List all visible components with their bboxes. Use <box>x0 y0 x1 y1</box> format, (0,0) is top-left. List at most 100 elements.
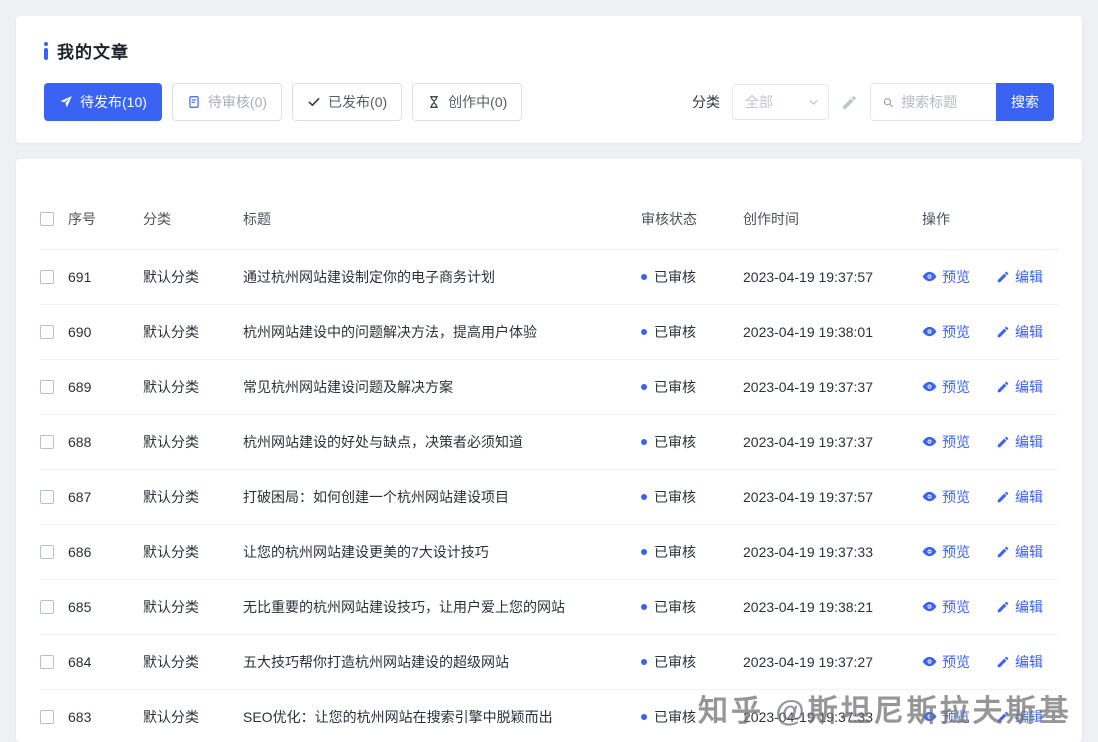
edit-label: 编辑 <box>1015 433 1043 450</box>
row-title: 打破困局：如何创建一个杭州网站建设项目 <box>243 469 641 525</box>
search-icon <box>883 97 893 107</box>
edit-link[interactable]: 编辑 <box>996 322 1043 342</box>
table-row: 684 默认分类 五大技巧帮你打造杭州网站建设的超级网站 已审核 2023-04… <box>40 634 1058 690</box>
row-status: 已审核 <box>641 322 696 342</box>
row-id: 683 <box>68 689 143 742</box>
edit-link[interactable]: 编辑 <box>996 542 1043 562</box>
pencil-icon <box>997 711 1009 722</box>
row-checkbox[interactable] <box>40 654 54 669</box>
row-time: 2023-04-19 19:37:37 <box>743 414 922 470</box>
row-id: 687 <box>68 469 143 525</box>
status-dot-icon <box>641 548 647 555</box>
edit-link[interactable]: 编辑 <box>996 487 1043 507</box>
row-category: 默认分类 <box>143 249 243 305</box>
row-status-label: 已审核 <box>654 598 696 615</box>
pencil-icon <box>997 436 1009 447</box>
row-status: 已审核 <box>641 432 696 452</box>
tab-pending-review[interactable]: 待审核(0) <box>171 83 283 121</box>
row-checkbox[interactable] <box>40 544 54 559</box>
row-actions: 预览 编辑 <box>922 322 1052 342</box>
row-status-label: 已审核 <box>654 433 696 450</box>
edit-link[interactable]: 编辑 <box>996 267 1043 287</box>
hourglass-icon <box>430 96 439 108</box>
status-dot-icon <box>641 603 647 610</box>
preview-link[interactable]: 预览 <box>922 707 970 727</box>
header-category: 分类 <box>143 189 243 250</box>
row-status-label: 已审核 <box>654 268 696 285</box>
row-time: 2023-04-19 19:37:33 <box>743 689 922 742</box>
row-actions: 预览 编辑 <box>922 542 1052 562</box>
row-title: 无比重要的杭州网站建设技巧，让用户爱上您的网站 <box>243 579 641 635</box>
status-dot-icon <box>641 383 647 390</box>
edit-label: 编辑 <box>1015 323 1043 340</box>
preview-label: 预览 <box>942 708 970 725</box>
row-actions: 预览 编辑 <box>922 432 1052 452</box>
status-dot-icon <box>641 658 647 665</box>
row-checkbox[interactable] <box>40 269 54 284</box>
row-id: 686 <box>68 524 143 580</box>
row-time: 2023-04-19 19:37:33 <box>743 524 922 580</box>
row-id: 691 <box>68 249 143 305</box>
eye-icon <box>922 546 937 557</box>
select-all-checkbox[interactable] <box>40 211 54 226</box>
preview-link[interactable]: 预览 <box>922 597 970 617</box>
row-status-label: 已审核 <box>654 653 696 670</box>
edit-link[interactable]: 编辑 <box>996 377 1043 397</box>
preview-label: 预览 <box>942 488 970 505</box>
table-row: 691 默认分类 通过杭州网站建设制定你的电子商务计划 已审核 2023-04-… <box>40 249 1058 305</box>
edit-label: 编辑 <box>1015 488 1043 505</box>
edit-category-button[interactable] <box>839 94 860 111</box>
check-icon <box>308 98 320 106</box>
row-checkbox[interactable] <box>40 709 54 724</box>
search-input[interactable] <box>901 94 988 110</box>
row-category: 默认分类 <box>143 469 243 525</box>
edit-link[interactable]: 编辑 <box>996 707 1043 727</box>
row-category: 默认分类 <box>143 634 243 690</box>
tab-published[interactable]: 已发布(0) <box>292 83 403 121</box>
category-select[interactable]: 全部 <box>732 84 829 120</box>
preview-link[interactable]: 预览 <box>922 377 970 397</box>
row-status: 已审核 <box>641 597 696 617</box>
preview-label: 预览 <box>942 268 970 285</box>
row-actions: 预览 编辑 <box>922 377 1052 397</box>
edit-link[interactable]: 编辑 <box>996 652 1043 672</box>
tab-label: 已发布(0) <box>328 94 388 110</box>
table-row: 689 默认分类 常见杭州网站建设问题及解决方案 已审核 2023-04-19 … <box>40 359 1058 415</box>
preview-link[interactable]: 预览 <box>922 267 970 287</box>
pencil-icon <box>843 95 856 109</box>
row-checkbox[interactable] <box>40 379 54 394</box>
page-title: 我的文章 <box>57 43 129 62</box>
tab-in-progress[interactable]: 创作中(0) <box>412 83 523 121</box>
preview-link[interactable]: 预览 <box>922 542 970 562</box>
category-label: 分类 <box>692 94 720 110</box>
row-checkbox[interactable] <box>40 434 54 449</box>
row-title: 五大技巧帮你打造杭州网站建设的超级网站 <box>243 634 641 690</box>
row-time: 2023-04-19 19:37:57 <box>743 469 922 525</box>
row-title: 常见杭州网站建设问题及解决方案 <box>243 359 641 415</box>
row-checkbox[interactable] <box>40 599 54 614</box>
eye-icon <box>922 381 937 392</box>
row-title: 让您的杭州网站建设更美的7大设计技巧 <box>243 524 641 580</box>
row-status-label: 已审核 <box>654 378 696 395</box>
search-input-wrap <box>870 83 996 121</box>
row-status: 已审核 <box>641 267 696 287</box>
row-actions: 预览 编辑 <box>922 652 1052 672</box>
status-dot-icon <box>641 438 647 445</box>
row-category: 默认分类 <box>143 414 243 470</box>
row-checkbox[interactable] <box>40 489 54 504</box>
preview-link[interactable]: 预览 <box>922 432 970 452</box>
row-category: 默认分类 <box>143 304 243 360</box>
search-button[interactable]: 搜索 <box>996 83 1054 121</box>
title-marker-icon <box>44 41 48 60</box>
edit-label: 编辑 <box>1015 268 1043 285</box>
row-time: 2023-04-19 19:38:21 <box>743 579 922 635</box>
row-checkbox[interactable] <box>40 324 54 339</box>
edit-link[interactable]: 编辑 <box>996 597 1043 617</box>
edit-link[interactable]: 编辑 <box>996 432 1043 452</box>
preview-link[interactable]: 预览 <box>922 322 970 342</box>
preview-link[interactable]: 预览 <box>922 652 970 672</box>
row-time: 2023-04-19 19:37:37 <box>743 359 922 415</box>
preview-link[interactable]: 预览 <box>922 487 970 507</box>
edit-label: 编辑 <box>1015 598 1043 615</box>
tab-pending-publish[interactable]: 待发布(10) <box>44 83 162 121</box>
